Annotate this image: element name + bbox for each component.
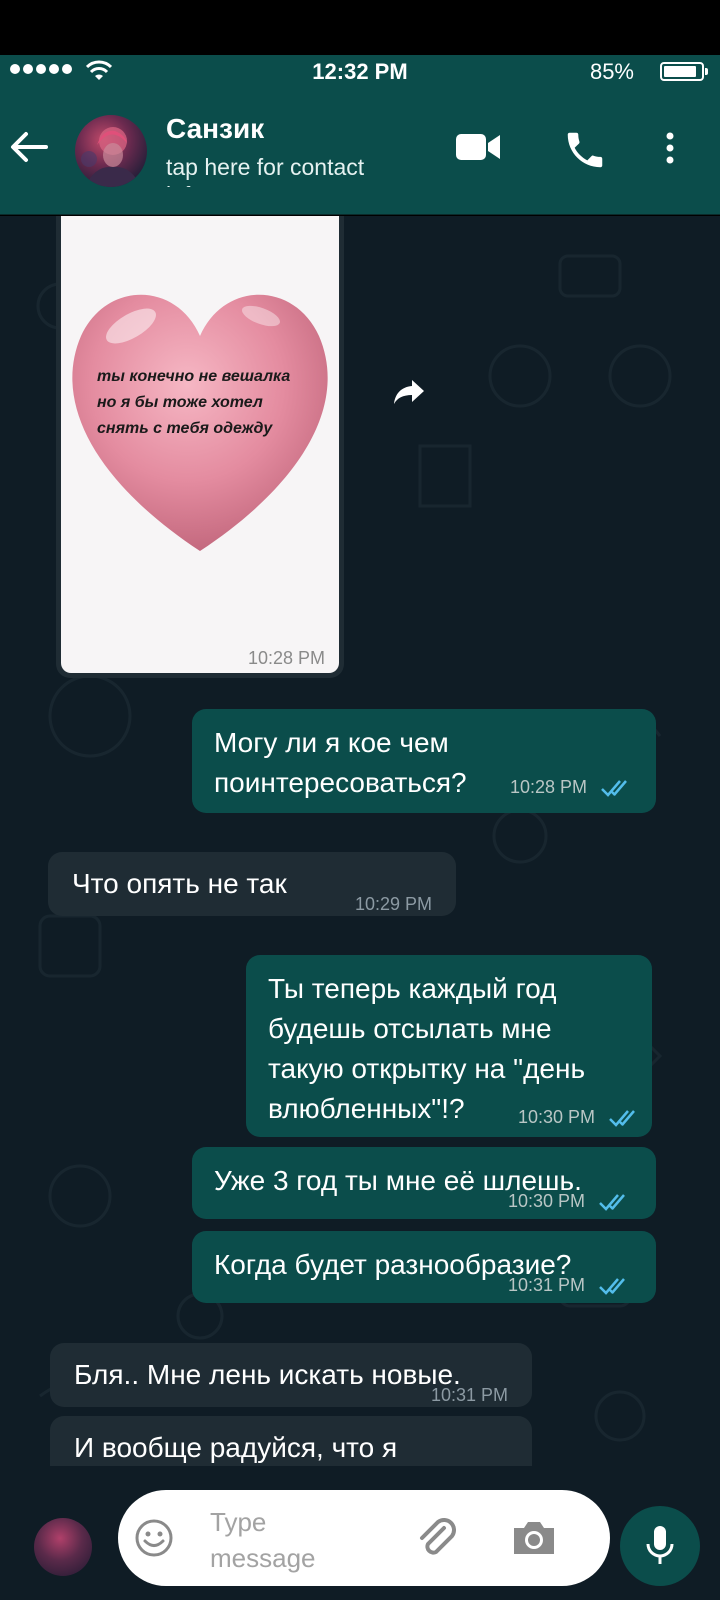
message-meta: 10:30 PM	[518, 1097, 642, 1137]
outgoing-message[interactable]: Могу ли я кое чем поинтересоваться? 10:2…	[192, 709, 656, 813]
message-time: 10:31 PM	[507, 1275, 585, 1295]
voice-call-icon[interactable]	[562, 127, 608, 173]
message-input-field[interactable]: Type message	[118, 1490, 610, 1586]
status-bar: 12:32 PM 85%	[0, 55, 720, 87]
valentine-card-image[interactable]: ты конечно не вешалка но я бы тоже хотел…	[61, 216, 339, 673]
message-meta: 10:30 PM	[508, 1181, 632, 1219]
outgoing-message[interactable]: Когда будет разнообразие? 10:31 PM	[192, 1231, 656, 1303]
contact-name[interactable]: Санзик	[166, 113, 264, 145]
message-meta: 10:28 PM	[510, 767, 634, 807]
chat-header: Санзик tap here for contact info	[0, 87, 720, 215]
outgoing-message[interactable]: Ты теперь каждый год будешь отсылать мне…	[246, 955, 652, 1137]
top-black-bar	[0, 0, 720, 55]
heart-image	[72, 294, 328, 551]
message-time: 10:31 PM	[430, 1385, 508, 1405]
message-time: 10:30 PM	[507, 1191, 585, 1211]
incoming-message[interactable]: Что опять не так 10:29 PM	[48, 852, 456, 916]
read-ticks-icon	[601, 780, 627, 798]
contact-avatar[interactable]	[75, 115, 147, 187]
chat-area[interactable]: ты конечно не вешалка но я бы тоже хотел…	[0, 216, 720, 1466]
video-call-icon[interactable]	[456, 132, 502, 162]
attach-icon[interactable]	[414, 1516, 460, 1562]
message-text: И вообще радуйся, что я	[74, 1432, 398, 1463]
back-arrow-icon[interactable]	[6, 125, 50, 169]
contact-info-hint[interactable]: tap here for contact info	[166, 153, 396, 187]
message-time: 10:28 PM	[247, 648, 325, 668]
microphone-icon	[646, 1526, 674, 1564]
emoji-icon[interactable]	[134, 1518, 174, 1558]
message-input-bar: Type message	[0, 1466, 720, 1600]
image-caption-text: ты конечно не вешалка но я бы тоже хотел…	[97, 368, 291, 437]
incoming-image-message[interactable]: ты конечно не вешалка но я бы тоже хотел…	[56, 216, 344, 678]
forward-icon[interactable]	[392, 378, 426, 406]
voice-record-button[interactable]	[620, 1506, 700, 1586]
message-time: 10:29 PM	[354, 894, 432, 914]
battery-percent: 85%	[589, 59, 634, 84]
more-options-icon[interactable]	[664, 131, 676, 165]
message-time: 10:30 PM	[517, 1107, 595, 1127]
read-ticks-icon	[599, 1278, 625, 1296]
read-ticks-icon	[609, 1110, 635, 1128]
battery-icon	[660, 62, 708, 81]
camera-icon[interactable]	[510, 1518, 558, 1558]
outgoing-message[interactable]: Уже 3 год ты мне её шлешь. 10:30 PM	[192, 1147, 656, 1219]
my-avatar[interactable]	[34, 1518, 92, 1576]
message-placeholder[interactable]: Type message	[210, 1504, 340, 1576]
read-ticks-icon	[599, 1194, 625, 1212]
incoming-message[interactable]: Бля.. Мне лень искать новые. 10:31 PM	[50, 1343, 532, 1407]
message-meta: 10:31 PM	[508, 1265, 632, 1303]
incoming-message[interactable]: И вообще радуйся, что я	[50, 1416, 532, 1466]
message-time: 10:28 PM	[509, 777, 587, 797]
